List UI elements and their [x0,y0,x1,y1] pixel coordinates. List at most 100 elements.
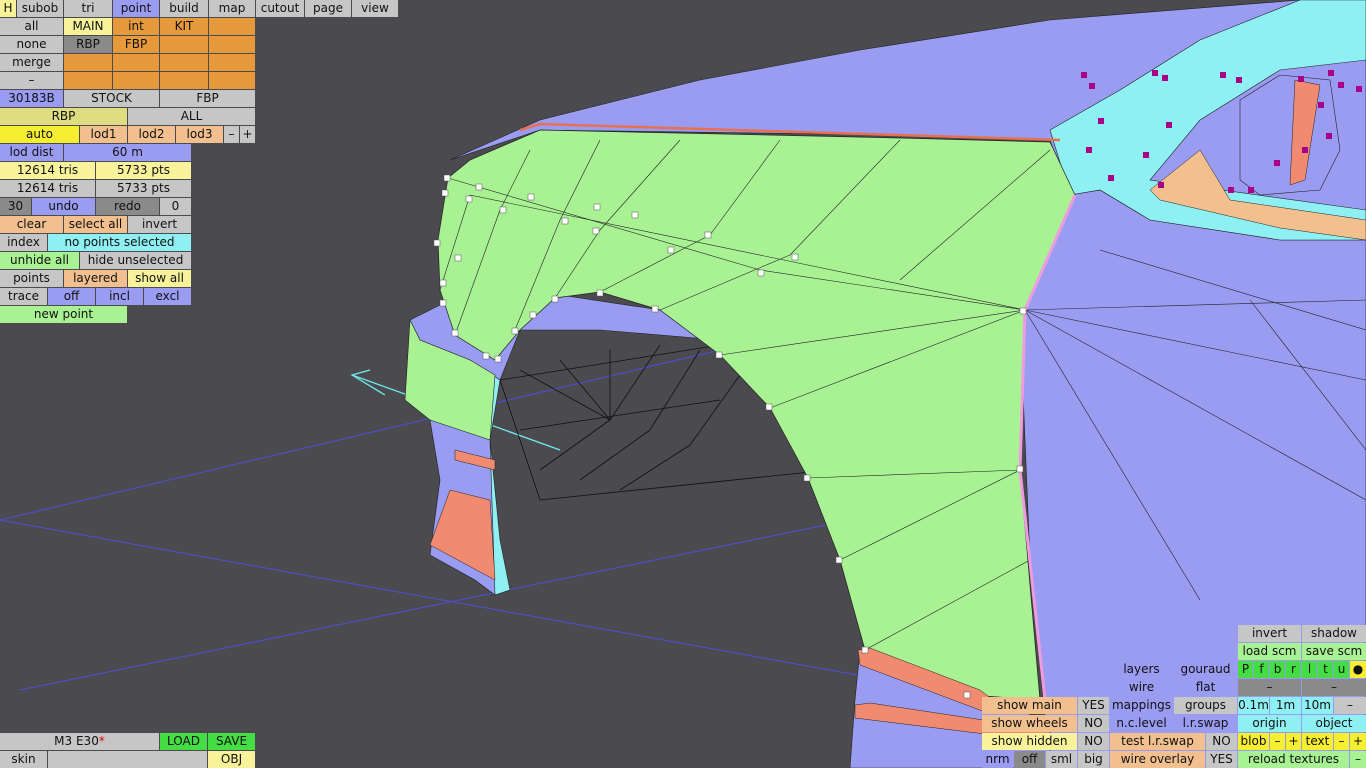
group-slot-empty[interactable] [64,72,112,89]
step-1m-button[interactable]: 1m [1270,697,1301,714]
menu-tri[interactable]: tri [64,0,112,17]
help-button[interactable]: H [0,0,16,17]
lr-swap-button[interactable]: l.r.swap [1174,715,1237,732]
size-big-button[interactable]: big [1078,751,1109,768]
menu-view[interactable]: view [352,0,398,17]
view-p-button[interactable]: P [1238,661,1253,678]
hide-unselected-button[interactable]: hide unselected [80,252,191,269]
text-button[interactable]: text [1302,733,1333,750]
group-slot-empty[interactable] [209,36,255,53]
layers-button[interactable]: layers [1110,661,1173,678]
group-slot-empty[interactable] [160,54,208,71]
lod1-button[interactable]: lod1 [80,126,127,143]
load-scm-button[interactable]: load scm [1238,643,1301,660]
size-nrm-button[interactable]: nrm [982,751,1013,768]
test-lr-swap-value[interactable]: NO [1206,733,1237,750]
flat-button[interactable]: flat [1174,679,1237,696]
layered-button[interactable]: layered [64,270,127,287]
group-slot-empty[interactable] [209,72,255,89]
group-slot-empty[interactable] [160,72,208,89]
group-int-button[interactable]: int [113,18,159,35]
save-button[interactable]: SAVE [208,733,255,750]
group-main-button[interactable]: MAIN [64,18,112,35]
group-fbp-button[interactable]: FBP [113,36,159,53]
group-kit-button[interactable]: KIT [160,18,208,35]
lod-auto-button[interactable]: auto [0,126,79,143]
all-parts-button[interactable]: ALL [128,108,255,125]
view-b-button[interactable]: b [1270,661,1285,678]
group-dash-button[interactable]: – [0,72,63,89]
origin-button[interactable]: origin [1238,715,1301,732]
skin-field[interactable] [48,751,207,768]
trace-off-button[interactable]: off [48,288,95,305]
lod-dist-value[interactable]: 60 m [64,144,191,161]
lod-plus-button[interactable]: + [240,126,255,143]
unhide-all-button[interactable]: unhide all [0,252,79,269]
car-name[interactable]: M3 E30* [0,733,159,750]
merge-groups-button[interactable]: merge [0,54,63,71]
blob-plus-button[interactable]: + [1286,733,1301,750]
reload-minus-button[interactable]: – [1350,751,1366,768]
clear-selection-button[interactable]: clear [0,216,63,233]
skin-button[interactable]: skin [0,751,47,768]
menu-build[interactable]: build [160,0,208,17]
group-slot-empty[interactable] [113,54,159,71]
group-slot-empty[interactable] [160,36,208,53]
invert-selection-button[interactable]: invert [128,216,191,233]
new-point-button[interactable]: new point [0,306,127,323]
groups-button[interactable]: groups [1174,697,1237,714]
fbp-part-button[interactable]: FBP [160,90,255,107]
group-slot-empty[interactable] [113,72,159,89]
menu-point[interactable]: point [113,0,159,17]
group-slot-empty[interactable] [209,18,255,35]
object-button[interactable]: object [1302,715,1366,732]
test-lr-swap-button[interactable]: test l.r.swap [1110,733,1205,750]
menu-subob[interactable]: subob [17,0,63,17]
show-wheels-button[interactable]: show wheels [982,715,1077,732]
object-id-button[interactable]: 30183B [0,90,63,107]
gouraud-button[interactable]: gouraud [1174,661,1237,678]
lod3-button[interactable]: lod3 [176,126,223,143]
shadow-button[interactable]: shadow [1302,625,1366,642]
wire-overlay-value[interactable]: YES [1206,751,1237,768]
group-slot-empty[interactable] [209,54,255,71]
lod2-button[interactable]: lod2 [128,126,175,143]
show-hidden-button[interactable]: show hidden [982,733,1077,750]
dash-button-2[interactable]: – [1302,679,1366,696]
trace-incl-button[interactable]: incl [96,288,143,305]
menu-cutout[interactable]: cutout [256,0,304,17]
reload-textures-button[interactable]: reload textures [1238,751,1349,768]
wire-button[interactable]: wire [1110,679,1173,696]
show-hidden-value[interactable]: NO [1078,733,1109,750]
blob-button[interactable]: blob [1238,733,1269,750]
nc-level-button[interactable]: n.c.level [1110,715,1173,732]
view-t-button[interactable]: t [1318,661,1333,678]
mappings-button[interactable]: mappings [1110,697,1173,714]
text-minus-button[interactable]: – [1334,733,1349,750]
stock-button[interactable]: STOCK [64,90,159,107]
step-0-1m-button[interactable]: 0.1m [1238,697,1269,714]
dash-button-1[interactable]: – [1238,679,1301,696]
show-main-value[interactable]: YES [1078,697,1109,714]
text-plus-button[interactable]: + [1350,733,1366,750]
wire-overlay-button[interactable]: wire overlay [1110,751,1205,768]
view-r-button[interactable]: r [1286,661,1301,678]
menu-page[interactable]: page [305,0,351,17]
view-l-button[interactable]: l [1302,661,1317,678]
show-all-button[interactable]: show all [128,270,191,287]
show-wheels-value[interactable]: NO [1078,715,1109,732]
select-all-groups-button[interactable]: all [0,18,63,35]
view-dot-button[interactable]: ● [1350,661,1366,678]
obj-button[interactable]: OBJ [208,751,255,768]
view-f-button[interactable]: f [1254,661,1269,678]
step-minus-button[interactable]: – [1334,697,1366,714]
save-scm-button[interactable]: save scm [1302,643,1366,660]
points-mode-button[interactable]: points [0,270,63,287]
rbp-part-button[interactable]: RBP [0,108,127,125]
trace-excl-button[interactable]: excl [144,288,191,305]
blob-minus-button[interactable]: – [1270,733,1285,750]
select-all-button[interactable]: select all [64,216,127,233]
undo-button[interactable]: undo [32,198,95,215]
invert-button[interactable]: invert [1238,625,1301,642]
group-rbp-button[interactable]: RBP [64,36,112,53]
